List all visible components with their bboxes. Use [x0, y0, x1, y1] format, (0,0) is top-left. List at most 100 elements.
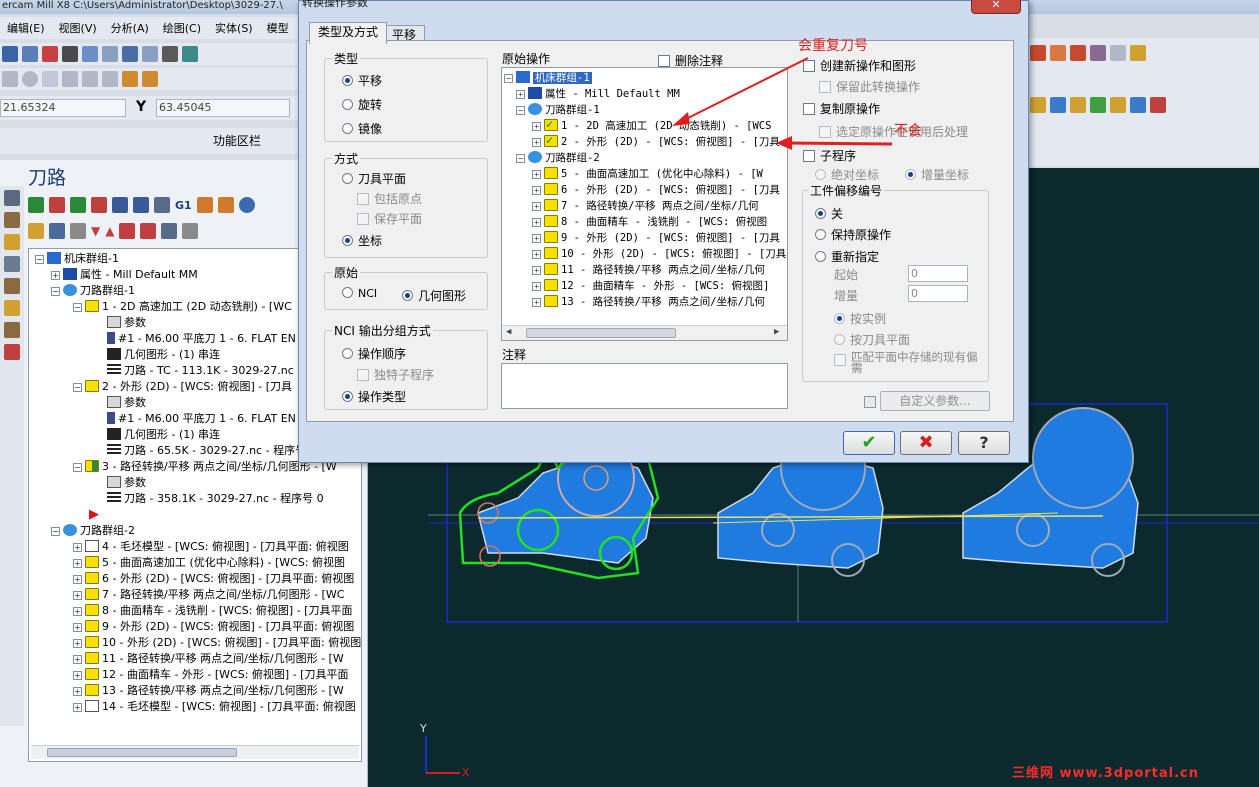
transform-icon[interactable]	[142, 71, 158, 87]
endpoint-icon[interactable]	[1070, 97, 1086, 113]
menu-view[interactable]: 视图(V)	[52, 20, 104, 36]
cut-icon[interactable]	[42, 46, 58, 62]
rotate-icon[interactable]	[162, 46, 178, 62]
regenerate-dirty-icon[interactable]	[91, 197, 107, 213]
menu-draw[interactable]: 绘图(C)	[156, 20, 208, 36]
dimension-icon[interactable]	[1030, 97, 1046, 113]
optree-row[interactable]: − 机床群组-1	[504, 70, 592, 86]
menu-analysis[interactable]: 分析(A)	[104, 20, 156, 36]
insert-arrow-marker[interactable]: ▶	[89, 507, 99, 523]
solid-revolve-icon[interactable]	[1070, 45, 1086, 61]
scroll-right-icon[interactable]: ▶	[774, 327, 779, 337]
tree-row[interactable]: +9 - 外形 (2D) - [WCS: 俯视图] - [刀具平面: 俯视图	[73, 619, 354, 635]
zoom-window-icon[interactable]	[82, 46, 98, 62]
help-button[interactable]: ?	[958, 431, 1010, 455]
tree-row[interactable]: +11 - 路径转换/平移 两点之间/坐标/几何图形 - [W	[73, 651, 344, 667]
zoom-target-icon[interactable]	[102, 46, 118, 62]
offset-keep-radio[interactable]: 保持原操作	[815, 226, 891, 243]
move-down-icon[interactable]: ▼	[91, 224, 100, 238]
menu-edit[interactable]: 编辑(E)	[0, 20, 52, 36]
tree-row[interactable]: +7 - 路径转换/平移 两点之间/坐标/几何图形 - [WC	[73, 587, 344, 603]
optree-row[interactable]: +5 - 曲面高速加工 (优化中心除料) - [W	[532, 166, 763, 182]
recent-icon[interactable]	[4, 300, 20, 316]
scrollbar-thumb[interactable]	[47, 748, 237, 757]
tab-type-method[interactable]: 类型及方式	[309, 22, 388, 44]
scroll-icon[interactable]	[140, 223, 157, 239]
incremental-coord-radio[interactable]: 增量坐标	[905, 166, 969, 183]
include-origin-checkbox[interactable]: 包括原点	[357, 190, 422, 207]
origin-geometry-radio[interactable]: 几何图形	[402, 287, 466, 304]
type-translate-radio[interactable]: 平移	[342, 72, 382, 89]
solid-extrude-icon[interactable]	[1050, 45, 1066, 61]
method-coordinate-radio[interactable]: 坐标	[342, 232, 382, 249]
lock-icon[interactable]	[28, 223, 44, 239]
tree-row[interactable]: 刀路 - 65.5K - 3029-27.nc - 程序号	[107, 443, 306, 459]
point-icon[interactable]	[1050, 97, 1066, 113]
save-icon[interactable]	[2, 46, 18, 62]
print-icon[interactable]	[22, 46, 38, 62]
optree-row[interactable]: +13 - 路径转换/平移 两点之间/坐标/几何	[532, 294, 765, 310]
planes-icon[interactable]	[4, 234, 20, 250]
match-plane-checkbox[interactable]: 匹配平面中存储的现有偏需	[834, 351, 984, 374]
trim-icon[interactable]	[122, 71, 138, 87]
arc-icon[interactable]	[62, 71, 78, 87]
tree-row[interactable]: +13 - 路径转换/平移 两点之间/坐标/几何图形 - [W	[73, 683, 344, 699]
parallel-icon[interactable]	[102, 71, 118, 87]
tree-row[interactable]: 刀路 - TC - 113.1K - 3029-27.nc -	[107, 363, 301, 379]
toggle-post-icon[interactable]	[70, 223, 86, 239]
nci-operation-order-radio[interactable]: 操作顺序	[342, 345, 406, 362]
save-plane-checkbox[interactable]: 保存平面	[357, 210, 422, 227]
optree-scroll-thumb[interactable]	[526, 328, 676, 338]
regenerate-icon[interactable]	[70, 197, 86, 213]
origin-nci-radio[interactable]: NCI	[342, 287, 377, 300]
backplot-icon[interactable]	[112, 197, 128, 213]
optree-row[interactable]: +7 - 路径转换/平移 两点之间/坐标/几何	[532, 198, 759, 214]
circle-icon[interactable]	[22, 71, 38, 87]
tree-row[interactable]: +14 - 毛坯模型 - [WCS: 俯视图] - [刀具平面: 俯视图	[73, 699, 356, 715]
tree-row[interactable]: − 刀路群组-2	[51, 523, 135, 539]
tree-row[interactable]: 几何图形 - (1) 串连	[107, 427, 220, 443]
offset-reassign-radio[interactable]: 重新指定	[815, 248, 879, 265]
tree-row[interactable]: 几何图形 - (1) 串连	[107, 347, 220, 363]
tree-row[interactable]: 参数	[107, 315, 146, 331]
solid-boolean-icon[interactable]	[1090, 45, 1106, 61]
start-input[interactable]: 0	[908, 265, 968, 282]
optree-row[interactable]: − 刀路群组-2	[516, 150, 600, 166]
tree-row[interactable]: +8 - 曲面精车 - 浅铣削 - [WCS: 俯视图] - [刀具平面	[73, 603, 352, 619]
tree-row[interactable]: #1 - M6.00 平底刀 1 - 6. FLAT EN	[107, 331, 296, 347]
menu-model[interactable]: 模型	[260, 20, 296, 36]
toolpath-icon[interactable]	[4, 190, 20, 206]
absolute-coord-radio[interactable]: 绝对坐标	[815, 166, 879, 183]
spline-icon[interactable]	[82, 71, 98, 87]
notes-textarea[interactable]	[501, 363, 788, 409]
tree-row[interactable]: 参数	[107, 395, 146, 411]
custom-params-button[interactable]: 自定义参数...	[880, 391, 990, 411]
verify-icon[interactable]	[133, 197, 149, 213]
simulate-icon[interactable]	[154, 197, 170, 213]
insert-arrow-icon[interactable]	[119, 223, 136, 239]
post-icon[interactable]	[196, 197, 213, 213]
tree-row[interactable]: + 属性 - Mill Default MM	[51, 267, 198, 283]
menu-solids[interactable]: 实体(S)	[208, 20, 260, 36]
tree-row[interactable]: − 机床群组-1	[35, 251, 119, 267]
optree-horizontal-scrollbar[interactable]: ◀ ▶	[502, 325, 787, 340]
toggle-display-icon[interactable]	[49, 223, 65, 239]
analysis-icon[interactable]	[1130, 45, 1146, 61]
solids-icon[interactable]	[4, 212, 20, 228]
by-instance-radio[interactable]: 按实例	[834, 310, 886, 327]
tree-row[interactable]: 参数	[107, 475, 146, 491]
tree-row[interactable]: +4 - 毛坯模型 - [WCS: 俯视图] - [刀具平面: 俯视图	[73, 539, 349, 555]
snap-icon[interactable]	[1090, 97, 1106, 113]
tree-row[interactable]: #1 - M6.00 平底刀 1 - 6. FLAT EN	[107, 411, 296, 427]
optree-row[interactable]: − 刀路群组-1	[516, 102, 600, 118]
method-tool-plane-radio[interactable]: 刀具平面	[342, 170, 406, 187]
y-coordinate-field[interactable]: 63.45045	[156, 99, 290, 117]
surface-icon[interactable]	[4, 344, 20, 360]
cancel-button[interactable]: ✖	[900, 431, 952, 455]
stop-icon[interactable]	[1150, 97, 1166, 113]
tree-horizontal-scrollbar[interactable]	[31, 745, 359, 759]
dialog-close-button[interactable]: ✕	[971, 0, 1021, 14]
measure-icon[interactable]	[1110, 45, 1126, 61]
line-icon[interactable]	[2, 71, 18, 87]
optree-row[interactable]: +11 - 路径转换/平移 两点之间/坐标/几何	[532, 262, 765, 278]
